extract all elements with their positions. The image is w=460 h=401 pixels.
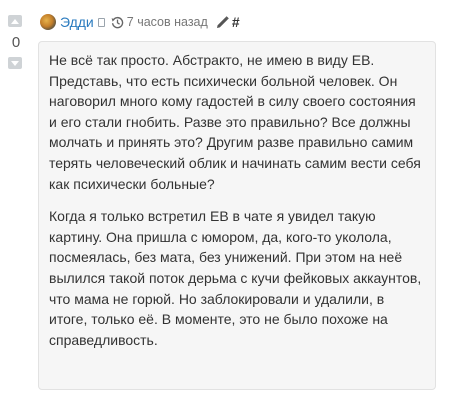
vote-count: 0 [11,34,21,51]
comment-timestamp[interactable]: 7 часов назад [127,15,208,29]
upvote-button[interactable] [8,15,22,27]
comment-header: Эдди 7 часов назад # [40,12,240,32]
pencil-icon[interactable] [216,15,229,29]
badge-icon [97,17,105,27]
comment-body: Не всё так просто. Абстракто, не имею в … [38,41,436,390]
downvote-button[interactable] [8,57,22,69]
vote-column: 0 [7,15,25,69]
author-link[interactable]: Эдди [60,14,94,30]
arrow-down-icon [11,60,19,66]
avatar[interactable] [40,14,56,30]
arrow-up-icon [11,18,19,24]
clock-history-icon [111,16,124,29]
comment-paragraph: Не всё так просто. Абстракто, не имею в … [49,52,421,192]
comment-permalink[interactable]: # [232,14,240,30]
comment-paragraph: Когда я только встретил ЕВ в чате я увид… [49,208,422,348]
